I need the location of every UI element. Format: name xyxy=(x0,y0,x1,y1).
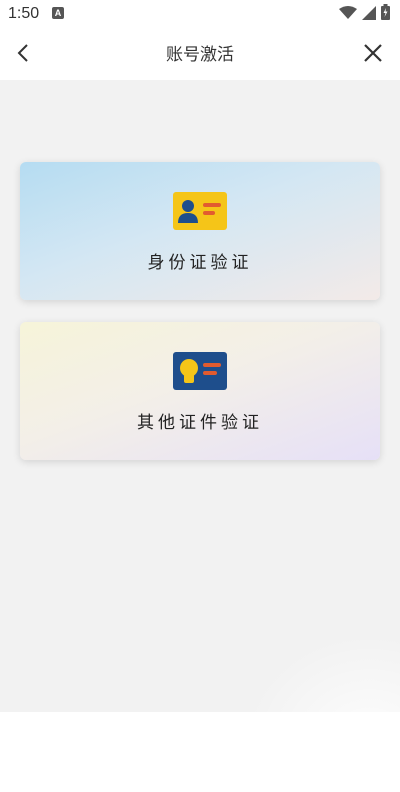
status-icons xyxy=(339,4,390,24)
page-title: 账号激活 xyxy=(166,45,234,65)
chevron-left-icon xyxy=(17,44,29,66)
close-icon xyxy=(364,44,382,66)
wifi-icon xyxy=(339,5,357,24)
document-card-icon xyxy=(173,352,227,390)
notification-icon: A xyxy=(52,7,64,19)
nav-bar: 账号激活 xyxy=(0,30,400,80)
id-card-verification-label: 身份证验证 xyxy=(147,253,253,273)
other-document-verification-card[interactable]: 其他证件验证 xyxy=(20,322,380,460)
battery-icon xyxy=(381,4,390,24)
cell-signal-icon xyxy=(362,5,376,24)
light-glare xyxy=(250,640,400,792)
back-button[interactable] xyxy=(10,42,36,68)
other-document-verification-label: 其他证件验证 xyxy=(137,413,263,433)
status-bar: 1:50 A xyxy=(0,0,400,30)
status-time: 1:50 xyxy=(8,5,40,22)
id-card-verification-card[interactable]: 身份证验证 xyxy=(20,162,380,300)
id-card-icon xyxy=(173,192,227,230)
content-area: 身份证验证 其他证件验证 xyxy=(0,80,400,792)
close-button[interactable] xyxy=(360,42,386,68)
